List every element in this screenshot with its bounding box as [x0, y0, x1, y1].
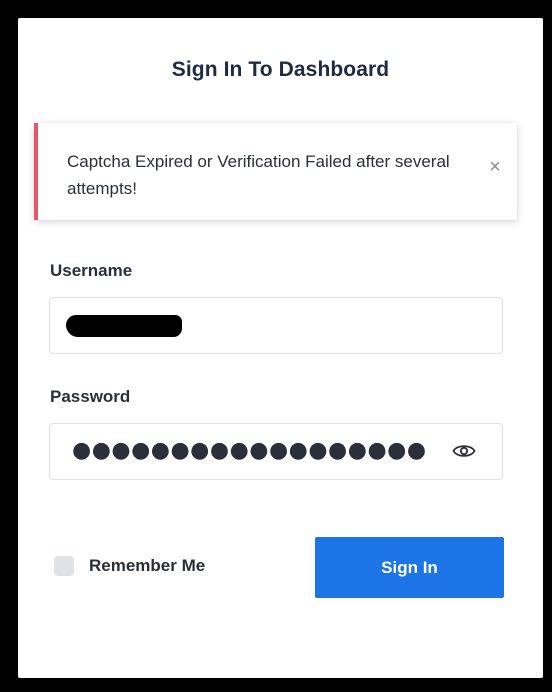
password-field[interactable]: ●●●●●●●●●●●●●●●●●● — [49, 423, 503, 480]
password-masked-value: ●●●●●●●●●●●●●●●●●● — [72, 438, 427, 463]
screenshot-frame: Sign In To Dashboard Captcha Expired or … — [0, 0, 552, 692]
username-field[interactable] — [49, 297, 503, 354]
error-alert: Captcha Expired or Verification Failed a… — [34, 123, 517, 220]
sign-in-button[interactable]: Sign In — [315, 537, 504, 598]
username-label: Username — [50, 261, 133, 280]
login-card: Sign In To Dashboard Captcha Expired or … — [18, 18, 543, 678]
checkbox-box[interactable] — [54, 556, 74, 576]
alert-message: Captcha Expired or Verification Failed a… — [67, 152, 450, 198]
remember-me-label: Remember Me — [89, 556, 206, 575]
close-icon[interactable]: × — [485, 157, 505, 177]
eye-icon[interactable] — [452, 441, 476, 461]
redaction-mark — [66, 315, 182, 337]
remember-me-checkbox[interactable]: Remember Me — [54, 556, 205, 576]
page-title: Sign In To Dashboard — [171, 58, 390, 81]
password-label: Password — [50, 387, 131, 406]
